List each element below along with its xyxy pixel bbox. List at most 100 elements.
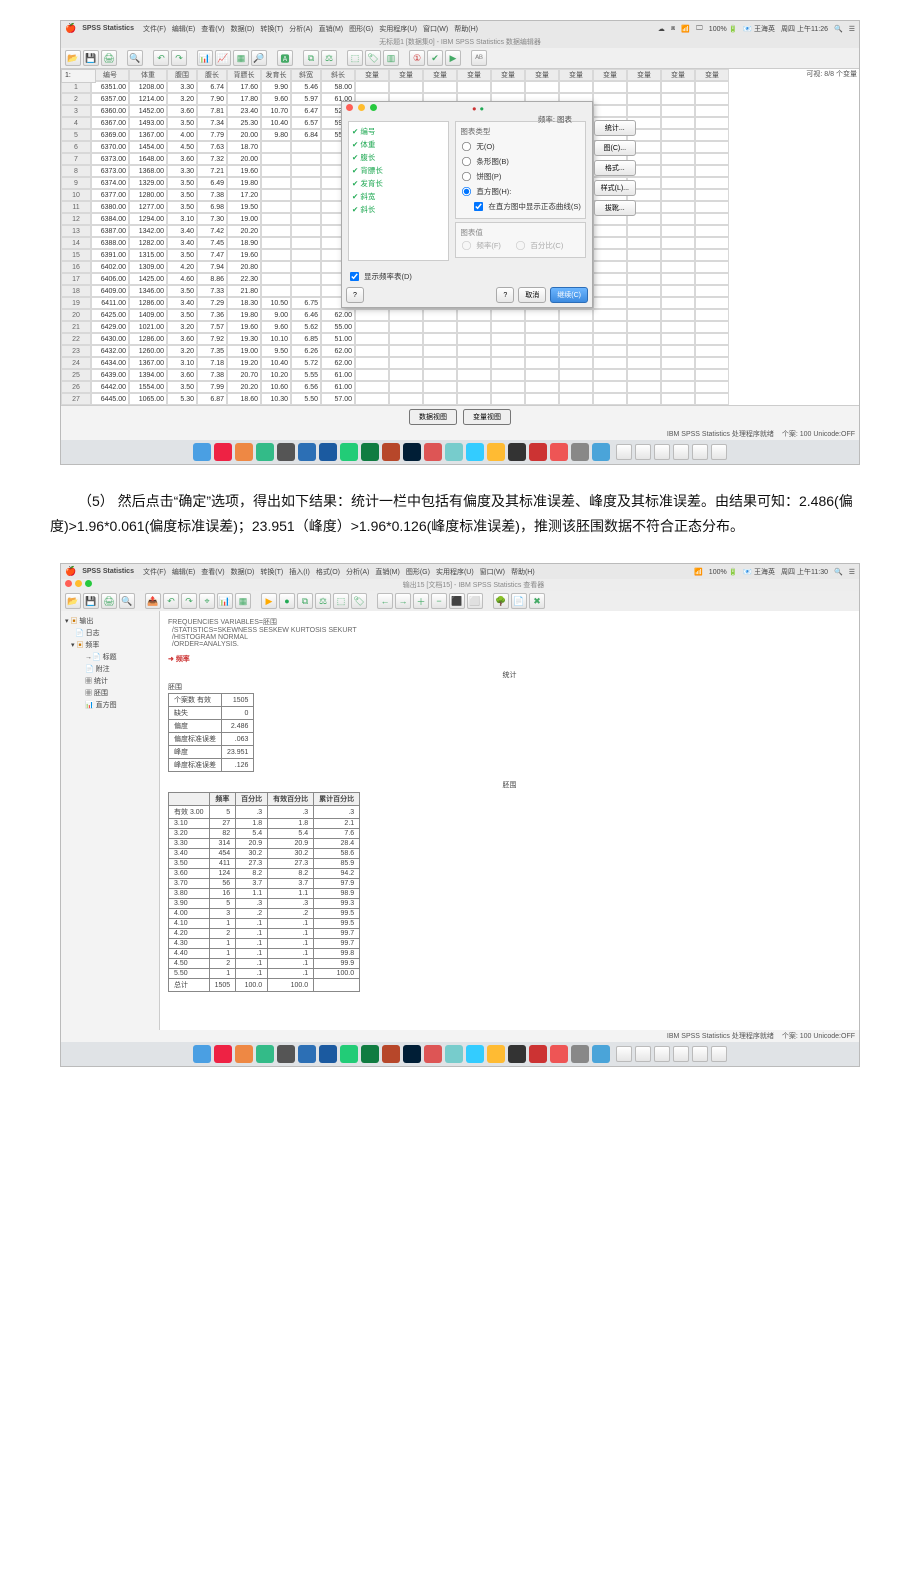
row-number[interactable]: 22 (61, 333, 91, 345)
close-dot-icon[interactable] (65, 580, 72, 587)
row-number[interactable]: 20 (61, 309, 91, 321)
data-cell[interactable] (291, 213, 321, 225)
data-cell[interactable] (291, 249, 321, 261)
empty-cell[interactable] (695, 81, 729, 93)
data-cell[interactable]: 6.98 (197, 201, 227, 213)
dock-app-icon[interactable] (277, 1045, 295, 1063)
doc-icon[interactable]: 📄 (511, 593, 527, 609)
empty-cell[interactable] (355, 345, 389, 357)
data-cell[interactable]: 6387.00 (91, 225, 129, 237)
data-cell[interactable]: 3.50 (167, 201, 197, 213)
row-number[interactable]: 27 (61, 393, 91, 405)
data-cell[interactable]: 6411.00 (91, 297, 129, 309)
weight-icon[interactable]: ⚖ (315, 593, 331, 609)
abc-icon[interactable]: ᴬᴮ (471, 50, 487, 66)
data-cell[interactable]: 6430.00 (91, 333, 129, 345)
data-cell[interactable]: 10.70 (261, 105, 291, 117)
data-cell[interactable]: 10.40 (261, 117, 291, 129)
goto-case-icon[interactable]: 📊 (197, 50, 213, 66)
data-cell[interactable]: 7.18 (197, 357, 227, 369)
empty-cell[interactable] (593, 381, 627, 393)
empty-cell[interactable] (559, 369, 593, 381)
chart-hist-radio[interactable] (462, 187, 471, 196)
dock-minimized-icon[interactable] (711, 1046, 727, 1062)
tree-icon[interactable]: 🌳 (493, 593, 509, 609)
find-icon[interactable]: 🔎 (251, 50, 267, 66)
empty-cell[interactable] (355, 357, 389, 369)
dock-app-icon[interactable] (361, 443, 379, 461)
data-cell[interactable]: 7.35 (197, 345, 227, 357)
menu-item[interactable]: 图形(G) (406, 569, 430, 576)
data-cell[interactable]: 9.80 (261, 129, 291, 141)
menu-item[interactable]: 转换(T) (260, 569, 283, 576)
data-cell[interactable]: 6370.00 (91, 141, 129, 153)
redo-icon[interactable]: ↷ (171, 50, 187, 66)
dock-app-icon[interactable] (193, 1045, 211, 1063)
empty-cell[interactable] (661, 105, 695, 117)
data-cell[interactable]: 10.60 (261, 381, 291, 393)
menu-item[interactable]: 编辑(E) (172, 26, 195, 33)
empty-cell[interactable] (627, 237, 661, 249)
data-cell[interactable]: 1294.00 (129, 213, 167, 225)
data-cell[interactable]: 4.60 (167, 273, 197, 285)
data-cell[interactable]: 6429.00 (91, 321, 129, 333)
empty-cell[interactable] (355, 309, 389, 321)
row-number[interactable]: 14 (61, 237, 91, 249)
empty-cell[interactable] (661, 357, 695, 369)
dock-app-icon[interactable] (382, 1045, 400, 1063)
data-cell[interactable]: 3.40 (167, 297, 197, 309)
data-cell[interactable]: 5.46 (291, 81, 321, 93)
data-cell[interactable]: 4.00 (167, 129, 197, 141)
column-header-empty[interactable]: 变量 (355, 69, 389, 81)
empty-cell[interactable] (661, 297, 695, 309)
data-cell[interactable]: 22.30 (227, 273, 261, 285)
dock-minimized-icon[interactable] (711, 444, 727, 460)
dock-app-icon[interactable] (571, 1045, 589, 1063)
empty-cell[interactable] (627, 81, 661, 93)
data-cell[interactable]: 6.87 (197, 393, 227, 405)
empty-cell[interactable] (695, 333, 729, 345)
data-cell[interactable]: 5.97 (291, 93, 321, 105)
use-sets-icon[interactable]: ▥ (383, 50, 399, 66)
data-cell[interactable]: 7.30 (197, 213, 227, 225)
dock-app-icon[interactable] (445, 1045, 463, 1063)
dock-app-icon[interactable] (382, 443, 400, 461)
continue-button[interactable]: 继续(C) (550, 287, 588, 303)
dock-app-icon[interactable] (424, 1045, 442, 1063)
data-cell[interactable] (261, 201, 291, 213)
column-header-empty[interactable]: 变量 (389, 69, 423, 81)
data-cell[interactable]: 1648.00 (129, 153, 167, 165)
data-cell[interactable]: 1277.00 (129, 201, 167, 213)
show-all-icon[interactable]: ① (409, 50, 425, 66)
variable-item[interactable]: ✔ 体重 (352, 138, 445, 151)
empty-cell[interactable] (661, 261, 695, 273)
data-cell[interactable]: 7.79 (197, 129, 227, 141)
data-cell[interactable]: 6.57 (291, 117, 321, 129)
data-cell[interactable]: 9.90 (261, 81, 291, 93)
zoom-dot-icon[interactable] (370, 104, 377, 111)
normal-curve-check[interactable] (474, 202, 483, 211)
empty-cell[interactable] (695, 345, 729, 357)
data-cell[interactable]: 7.99 (197, 381, 227, 393)
data-cell[interactable]: 3.60 (167, 153, 197, 165)
data-cell[interactable]: 6.26 (291, 345, 321, 357)
chart-pie-radio[interactable] (462, 172, 471, 181)
back-arrow-icon[interactable]: ← (377, 593, 393, 609)
data-cell[interactable]: 6.46 (291, 309, 321, 321)
dock-minimized-icon[interactable] (654, 1046, 670, 1062)
empty-cell[interactable] (423, 381, 457, 393)
row-number[interactable]: 7 (61, 153, 91, 165)
fwd-arrow-icon[interactable]: → (395, 593, 411, 609)
empty-cell[interactable] (695, 393, 729, 405)
tree-node[interactable]: 📄 附注 (85, 663, 155, 675)
empty-cell[interactable] (525, 369, 559, 381)
row-number[interactable]: 8 (61, 165, 91, 177)
empty-cell[interactable] (491, 357, 525, 369)
data-cell[interactable]: 6432.00 (91, 345, 129, 357)
data-cell[interactable]: 6.49 (197, 177, 227, 189)
menu-item[interactable]: 文件(F) (143, 569, 166, 576)
data-cell[interactable]: 57.00 (321, 393, 355, 405)
data-cell[interactable] (291, 261, 321, 273)
chart-none-radio[interactable] (462, 142, 471, 151)
data-cell[interactable]: 6351.00 (91, 81, 129, 93)
